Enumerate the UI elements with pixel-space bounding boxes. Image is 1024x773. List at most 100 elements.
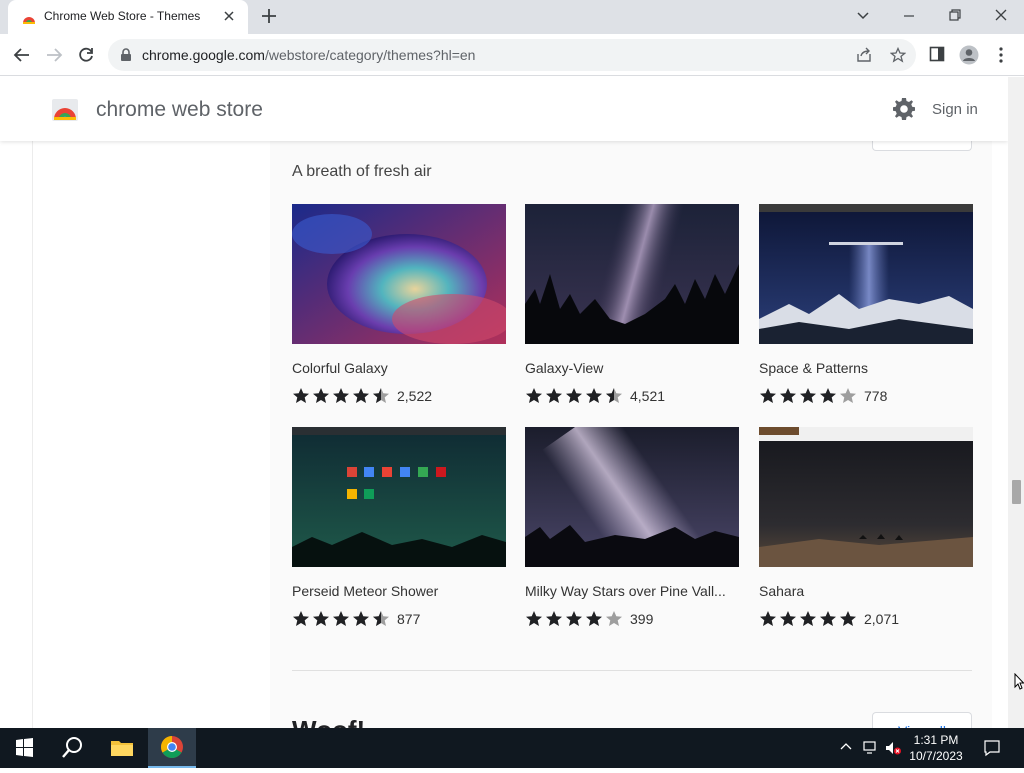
star-full-icon [546,388,562,403]
star-full-icon [566,388,582,403]
star-half-icon [373,388,389,403]
close-window-icon[interactable] [994,7,1008,30]
show-hidden-icons-chevron-up-icon[interactable] [839,740,853,759]
star-full-icon [526,611,542,626]
star-full-icon [353,611,369,626]
theme-card[interactable]: Galaxy-View 4,521 [525,204,739,404]
browser-toolbar: chrome.google.com/webstore/category/them… [0,34,1024,76]
bookmark-star-icon[interactable] [889,46,907,68]
forward-arrow-icon[interactable] [45,46,63,69]
theme-card[interactable]: Milky Way Stars over Pine Vall... 399 [525,427,739,627]
star-full-icon [800,611,816,626]
back-arrow-icon[interactable] [13,46,31,69]
star-half-icon [606,388,622,403]
url-path: /webstore/category/themes?hl=en [264,47,476,63]
restore-icon[interactable] [948,7,962,30]
theme-thumbnail[interactable] [292,204,506,344]
section-subtitle: A breath of fresh air [292,163,432,180]
page-scrollbar[interactable] [1008,77,1024,728]
theme-name[interactable]: Sahara [759,583,804,599]
theme-thumbnail[interactable] [525,204,739,344]
theme-card[interactable]: Perseid Meteor Shower 877 [292,427,506,627]
system-clock[interactable]: 1:31 PM 10/7/2023 [906,732,966,764]
tab-title: Chrome Web Store - Themes [44,9,201,23]
next-section-heading: Woof! [292,715,365,728]
star-full-icon [780,388,796,403]
rating-row: 399 [525,609,739,629]
tab-close-icon[interactable] [222,9,236,28]
store-header: chrome web store Sign in [0,77,1008,141]
theme-thumbnail[interactable] [525,427,739,567]
star-empty-icon [606,611,622,626]
clock-time: 1:31 PM [913,733,959,747]
notifications-icon[interactable] [983,739,1001,762]
volume-muted-icon[interactable] [884,740,902,761]
profile-avatar-icon[interactable] [959,45,979,70]
rating-count: 4,521 [630,388,666,404]
theme-name[interactable]: Space & Patterns [759,360,868,376]
rating-row: 2,522 [292,386,506,406]
windows-taskbar: 1:31 PM 10/7/2023 [0,728,1024,768]
start-button[interactable] [0,728,48,768]
star-full-icon [293,388,309,403]
chrome-taskbar-icon[interactable] [148,728,196,768]
new-tab-icon[interactable] [260,7,278,30]
star-full-icon [566,611,582,626]
reload-icon[interactable] [77,46,95,69]
rating-count: 2,071 [864,611,900,627]
star-full-icon [820,611,836,626]
chrome-web-store-favicon-icon [22,11,36,29]
sign-in-link[interactable]: Sign in [932,101,978,118]
theme-thumbnail[interactable] [292,427,506,567]
address-bar[interactable]: chrome.google.com/webstore/category/them… [108,39,916,71]
tab-search-chevron-down-icon[interactable] [856,7,870,30]
theme-thumbnail[interactable] [759,427,973,567]
star-full-icon [546,611,562,626]
windows-logo-icon [16,738,33,757]
mouse-cursor-icon [1014,672,1024,696]
rating-count: 399 [630,611,654,627]
star-full-icon [820,388,836,403]
star-half-icon [373,611,389,626]
browser-tab-active[interactable]: Chrome Web Store - Themes [8,0,248,34]
theme-card[interactable]: Sahara 2,071 [759,427,973,627]
chrome-web-store-logo-icon[interactable] [52,97,78,126]
rating-row: 778 [759,386,973,406]
store-title[interactable]: chrome web store [96,98,263,122]
star-full-icon [586,611,602,626]
star-full-icon [800,388,816,403]
rating-count: 2,522 [397,388,433,404]
theme-name[interactable]: Perseid Meteor Shower [292,583,438,599]
star-full-icon [353,388,369,403]
theme-name[interactable]: Galaxy-View [525,360,603,376]
theme-name[interactable]: Milky Way Stars over Pine Vall... [525,583,726,599]
rating-row: 4,521 [525,386,739,406]
scrollbar-thumb[interactable] [1012,480,1021,504]
url-text[interactable]: chrome.google.com/webstore/category/them… [142,47,475,63]
side-panel-icon[interactable] [929,46,945,67]
rating-row: 877 [292,609,506,629]
star-full-icon [760,611,776,626]
star-empty-icon [840,388,856,403]
star-full-icon [333,611,349,626]
network-icon[interactable] [862,740,880,761]
theme-name[interactable]: Colorful Galaxy [292,360,388,376]
url-host: chrome.google.com [142,47,265,63]
search-icon[interactable] [48,728,96,768]
minimize-icon[interactable] [902,7,916,30]
menu-kebab-icon[interactable] [998,46,1004,69]
lock-icon[interactable] [120,48,132,67]
gear-icon[interactable] [892,97,916,126]
theme-card[interactable]: Colorful Galaxy 2,522 [292,204,506,404]
browser-tab-strip: Chrome Web Store - Themes [0,0,1024,34]
rating-count: 778 [864,388,888,404]
theme-thumbnail[interactable] [759,204,973,344]
rating-count: 877 [397,611,421,627]
star-full-icon [313,611,329,626]
view-all-button[interactable]: View all [872,712,972,728]
theme-card[interactable]: Space & Patterns 778 [759,204,973,404]
section-divider [292,670,972,671]
star-full-icon [760,388,776,403]
share-icon[interactable] [856,47,872,68]
file-explorer-icon[interactable] [98,728,146,768]
